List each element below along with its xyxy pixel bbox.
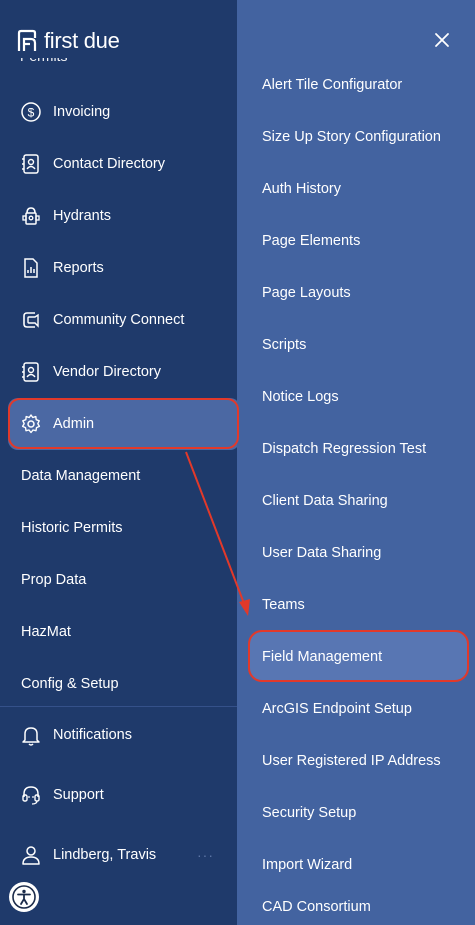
annotation-arrow (185, 451, 250, 616)
